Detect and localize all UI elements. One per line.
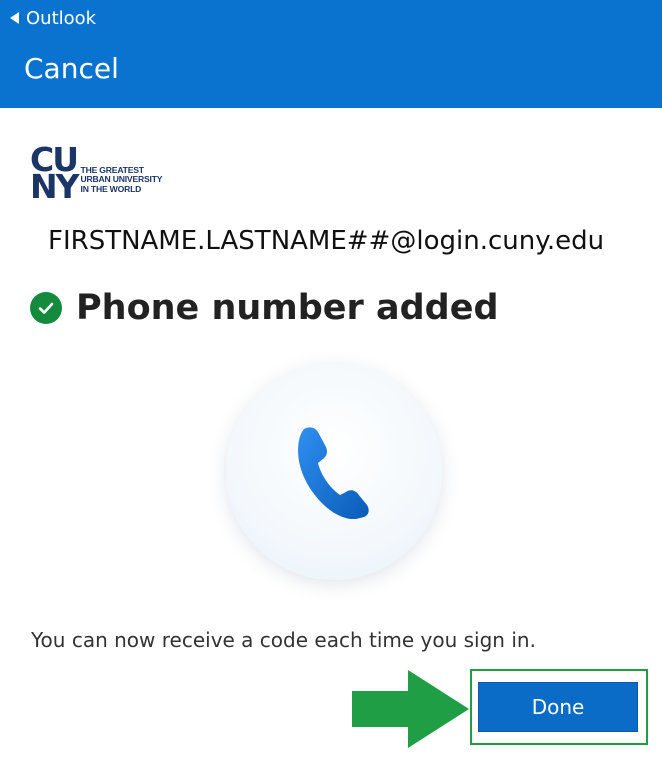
back-triangle-icon bbox=[10, 12, 19, 24]
check-circle-icon bbox=[30, 292, 62, 324]
cancel-button[interactable]: Cancel bbox=[24, 52, 119, 85]
logo-mark: CU NY bbox=[30, 143, 79, 207]
phone-icon bbox=[298, 427, 369, 519]
account-email: FIRSTNAME.LASTNAME##@login.cuny.edu bbox=[48, 226, 605, 256]
authenticator-page: Outlook Cancel CU NY THE GREATEST URBAN … bbox=[0, 0, 662, 760]
top-bar: Outlook Cancel bbox=[0, 0, 662, 108]
status-heading: Phone number added bbox=[30, 288, 499, 328]
logo-tagline: THE GREATEST URBAN UNIVERSITY IN THE WOR… bbox=[80, 165, 163, 194]
logo-tagline-line-3: IN THE WORLD bbox=[80, 183, 142, 194]
done-button[interactable]: Done bbox=[478, 682, 638, 732]
logo-line-2: NY bbox=[30, 167, 79, 207]
back-label: Outlook bbox=[26, 7, 97, 29]
status-title: Phone number added bbox=[76, 288, 499, 328]
confirmation-message: You can now receive a code each time you… bbox=[31, 628, 536, 652]
arrow-right-icon bbox=[352, 670, 469, 748]
phone-illustration bbox=[226, 364, 442, 580]
cuny-logo: CU NY THE GREATEST URBAN UNIVERSITY IN T… bbox=[30, 143, 163, 207]
back-to-outlook-link[interactable]: Outlook bbox=[10, 6, 96, 30]
